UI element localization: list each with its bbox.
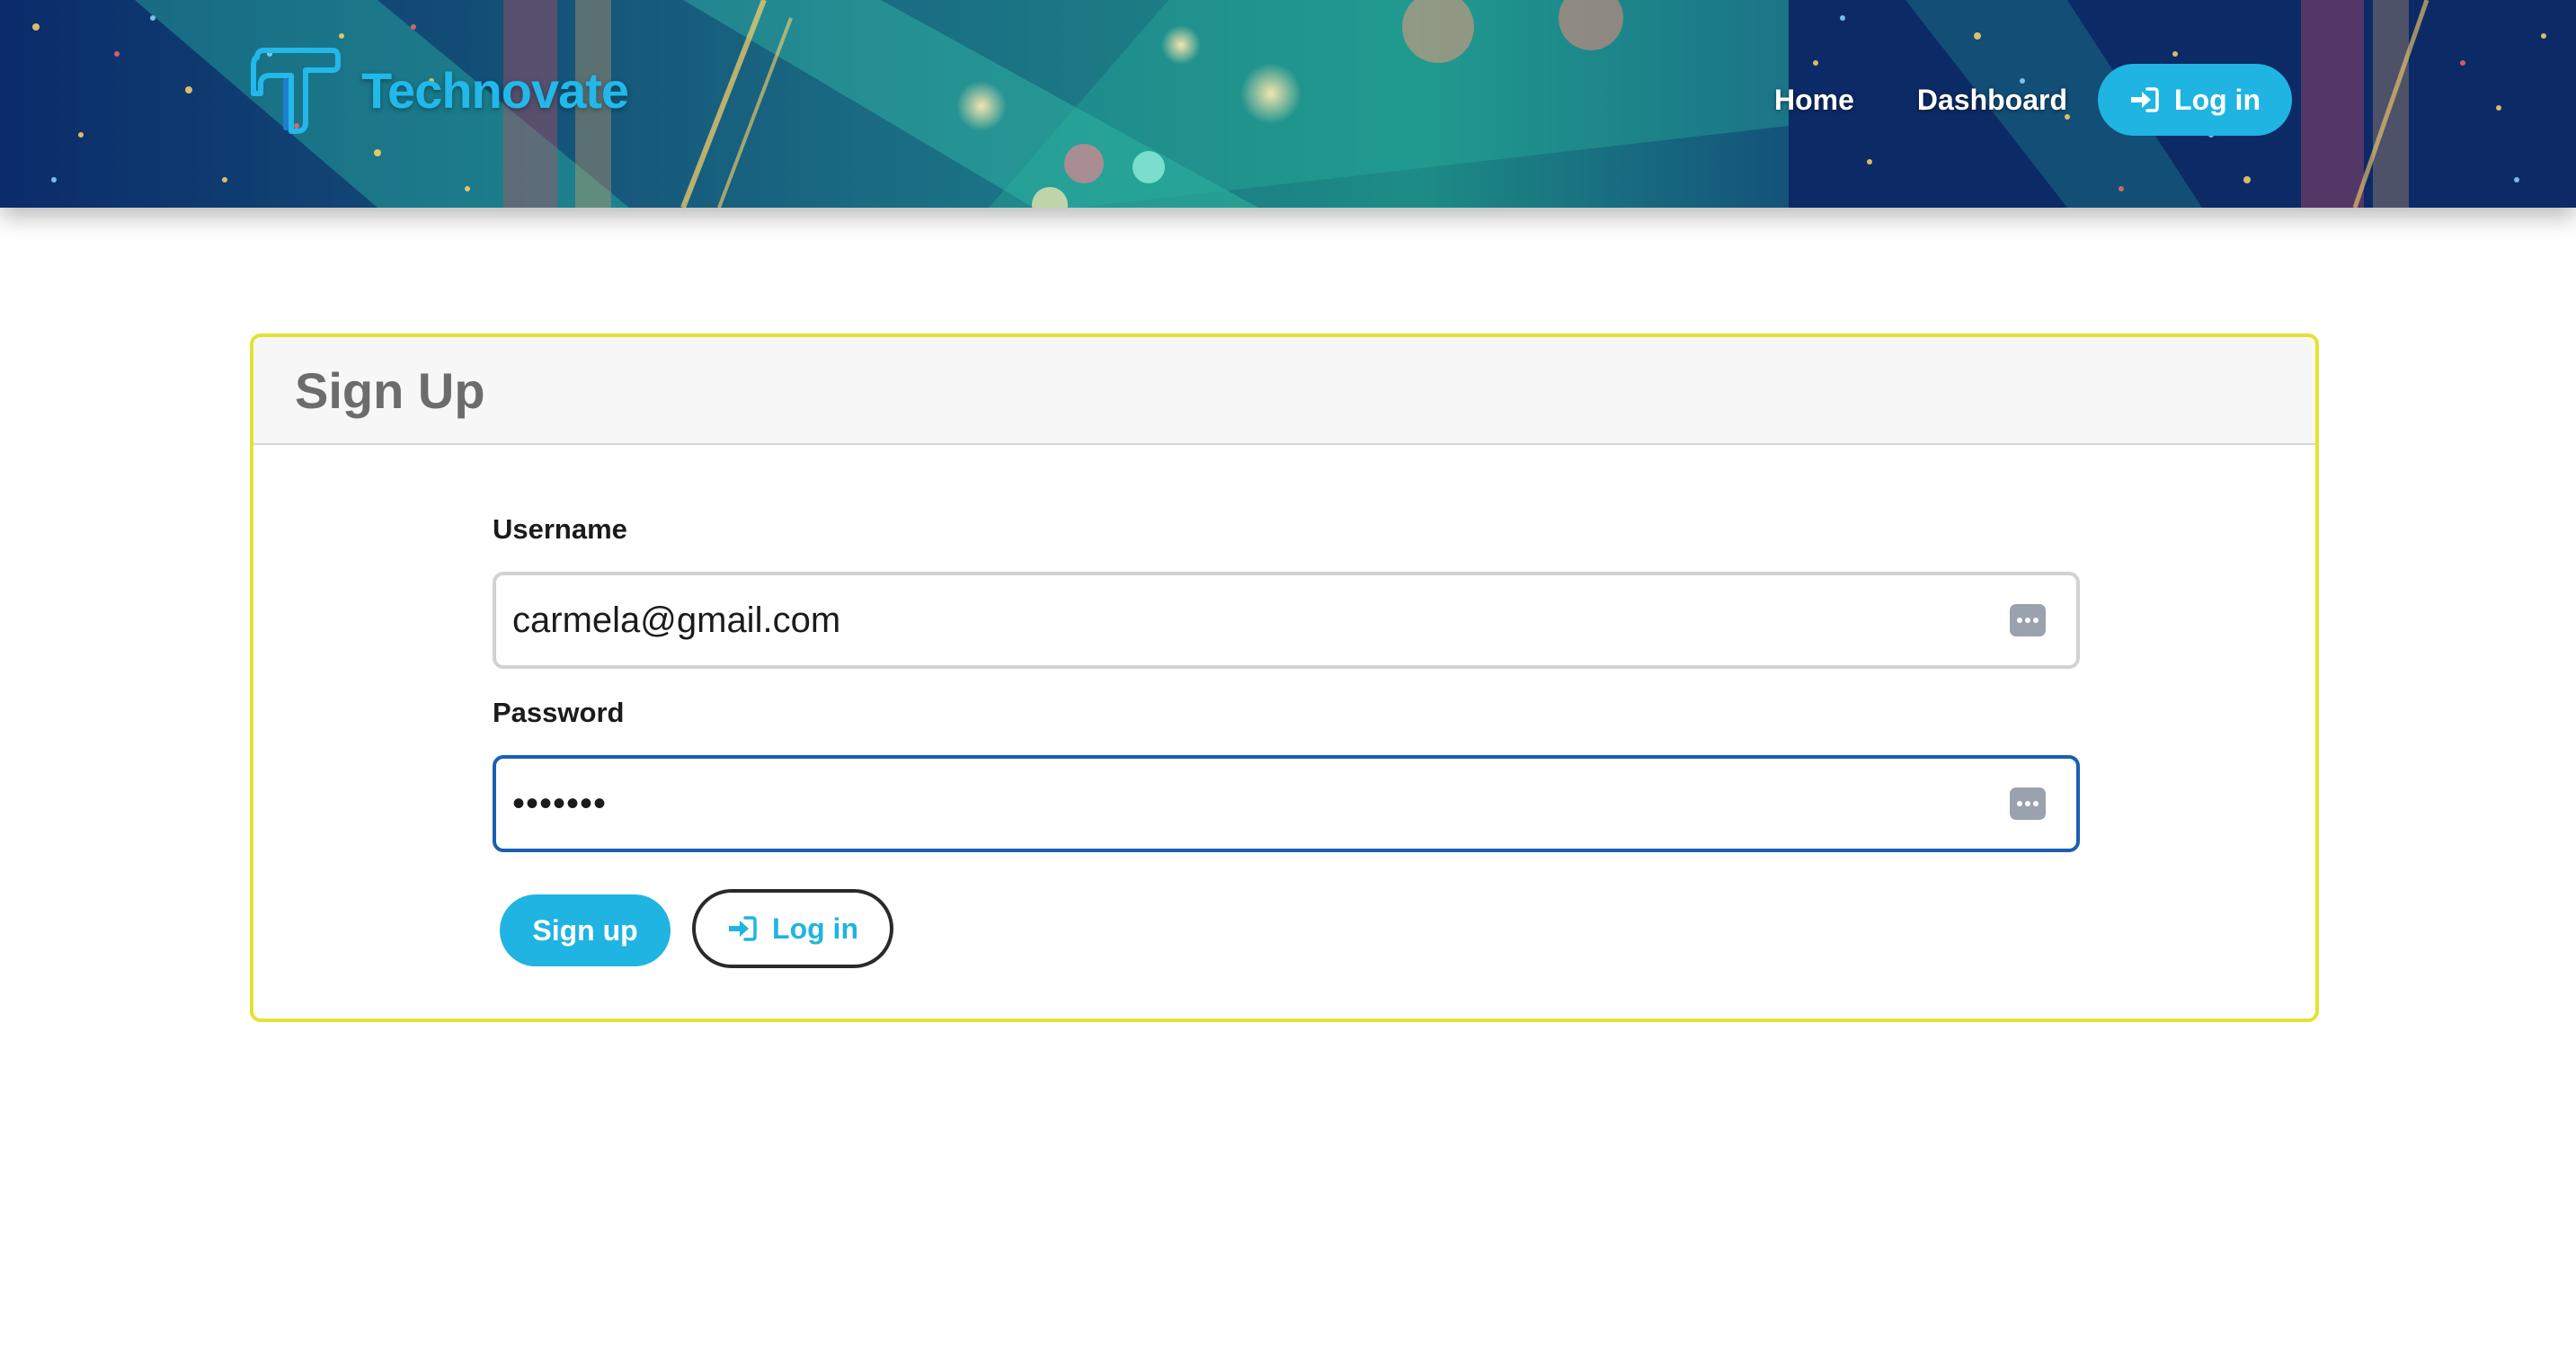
password-value: ••••••• (512, 783, 608, 823)
username-input[interactable]: carmela@gmail.com (493, 572, 2080, 669)
username-label: Username (493, 513, 627, 545)
card-header: Sign Up (253, 337, 2315, 445)
nav-link-home[interactable]: Home (1774, 84, 1854, 117)
username-value: carmela@gmail.com (512, 600, 841, 640)
top-navbar: Technovate Home Dashboard Log in (0, 0, 2576, 208)
nav-login-label: Log in (2174, 83, 2261, 116)
signup-card: Sign Up Username carmela@gmail.com Passw… (250, 334, 2319, 1022)
login-button-label: Log in (772, 912, 858, 945)
nav-login-button[interactable]: Log in (2098, 64, 2292, 136)
password-label: Password (493, 697, 625, 728)
keychain-autofill-icon[interactable] (2008, 602, 2047, 638)
keychain-autofill-icon[interactable] (2008, 786, 2047, 822)
page-title: Sign Up (295, 361, 485, 419)
sign-in-icon (729, 916, 757, 941)
sign-in-icon (2131, 87, 2159, 112)
login-button[interactable]: Log in (692, 889, 893, 968)
signup-button[interactable]: Sign up (500, 894, 671, 966)
nav-link-dashboard[interactable]: Dashboard (1917, 84, 2067, 117)
main-nav: Home Dashboard Log in (1774, 64, 2292, 136)
t-logo-icon (251, 48, 341, 134)
password-input[interactable]: ••••••• (493, 755, 2080, 852)
brand-name: Technovate (361, 61, 629, 119)
brand[interactable]: Technovate (250, 45, 629, 135)
